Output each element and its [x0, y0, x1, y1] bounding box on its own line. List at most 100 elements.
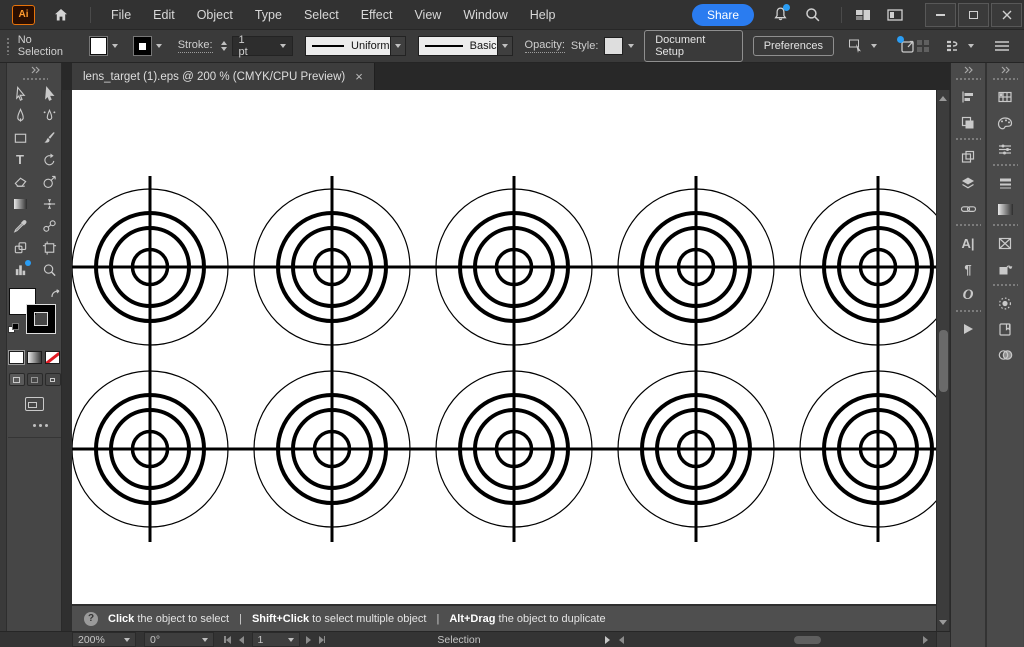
graphic-styles-panel-icon[interactable] — [992, 318, 1018, 340]
transform-panel-icon[interactable] — [955, 146, 981, 168]
rotate-tool[interactable] — [37, 150, 61, 169]
opacity-panel-link[interactable]: Opacity: — [525, 39, 565, 53]
menu-view[interactable]: View — [403, 8, 452, 22]
previous-artboard-icon[interactable] — [239, 636, 244, 644]
drag-grip[interactable] — [992, 77, 1018, 81]
stroke-weight-field[interactable]: 1 pt — [232, 36, 293, 56]
share-button[interactable]: Share — [692, 4, 754, 26]
paintbrush-tool[interactable] — [37, 128, 61, 147]
drag-grip[interactable] — [992, 223, 1018, 227]
arrange-documents-icon[interactable] — [883, 3, 907, 27]
brush-definition-select[interactable]: Basic — [418, 36, 498, 56]
app-icon[interactable]: Ai — [12, 5, 35, 25]
layers-panel-icon[interactable] — [955, 172, 981, 194]
rectangle-tool[interactable] — [8, 128, 32, 147]
stroke-panel-icon[interactable] — [992, 172, 1018, 194]
help-icon[interactable]: ? — [84, 612, 98, 626]
menu-file[interactable]: File — [100, 8, 142, 22]
character-panel-icon[interactable]: A| — [955, 232, 981, 254]
panel-menu-icon[interactable] — [994, 40, 1010, 52]
artboard[interactable] — [72, 90, 936, 604]
paragraph-panel-icon[interactable]: ¶ — [955, 258, 981, 280]
symbols-panel-icon[interactable] — [992, 258, 1018, 280]
pathfinder-panel-icon[interactable] — [955, 112, 981, 134]
vertical-scrollbar[interactable] — [936, 90, 949, 631]
horizontal-scrollbar[interactable] — [616, 632, 934, 647]
menu-help[interactable]: Help — [519, 8, 567, 22]
fill-dropdown-caret[interactable] — [112, 44, 118, 48]
style-caret[interactable] — [628, 44, 634, 48]
color-panel-icon[interactable] — [992, 112, 1018, 134]
drag-grip[interactable] — [22, 77, 48, 81]
gradient-button[interactable] — [27, 351, 42, 364]
document-setup-button[interactable]: Document Setup — [644, 30, 742, 62]
rotation-select[interactable]: 0° — [144, 632, 214, 647]
menu-effect[interactable]: Effect — [350, 8, 404, 22]
horizontal-scroll-thumb[interactable] — [794, 636, 821, 644]
links-panel-icon[interactable] — [955, 198, 981, 220]
pen-tool[interactable] — [8, 106, 32, 125]
artboard-tool[interactable] — [37, 238, 61, 257]
scale-tool[interactable] — [37, 172, 61, 191]
next-artboard-icon[interactable] — [306, 636, 311, 644]
drag-grip[interactable] — [992, 163, 1018, 167]
drag-grip[interactable] — [992, 283, 1018, 287]
graph-tool[interactable] — [8, 260, 32, 279]
scroll-up-arrow[interactable] — [939, 96, 947, 101]
select-similar-objects-icon[interactable] — [848, 38, 877, 54]
last-artboard-icon[interactable] — [319, 636, 326, 644]
stroke-dropdown-caret[interactable] — [156, 44, 162, 48]
stroke-panel-link[interactable]: Stroke: — [178, 39, 213, 53]
collapse-panel-icon[interactable] — [8, 63, 61, 76]
drag-grip[interactable] — [955, 309, 981, 313]
close-button[interactable] — [991, 3, 1022, 27]
vertical-scroll-thumb[interactable] — [939, 330, 948, 392]
swatches-panel-icon[interactable] — [992, 86, 1018, 108]
eyedropper-tool[interactable] — [8, 216, 32, 235]
lens-target-artwork[interactable] — [72, 90, 936, 604]
change-screen-mode-button[interactable] — [25, 397, 44, 411]
blend-tool[interactable] — [37, 216, 61, 235]
drag-grip[interactable] — [955, 223, 981, 227]
first-artboard-icon[interactable] — [224, 636, 231, 644]
menu-object[interactable]: Object — [186, 8, 244, 22]
appearance-panel-icon[interactable] — [992, 292, 1018, 314]
selection-tool[interactable] — [8, 84, 32, 103]
gradient-panel-icon[interactable] — [992, 198, 1018, 220]
color-button[interactable] — [9, 351, 24, 364]
edit-toolbar-ellipsis[interactable] — [33, 424, 36, 427]
image-trace-panel-icon[interactable] — [992, 232, 1018, 254]
swap-fill-stroke-icon[interactable] — [50, 287, 62, 305]
color-guide-panel-icon[interactable] — [992, 138, 1018, 160]
gradient-tool[interactable] — [8, 194, 32, 213]
home-icon[interactable] — [49, 3, 73, 27]
draw-behind-button[interactable] — [27, 373, 43, 386]
stroke-weight-stepper[interactable] — [221, 41, 227, 51]
drag-grip[interactable] — [955, 137, 981, 141]
grid-snap-icon[interactable] — [917, 40, 929, 52]
none-button[interactable] — [45, 351, 60, 364]
workspace-switcher-icon[interactable] — [851, 3, 875, 27]
actions-panel-icon[interactable] — [955, 318, 981, 340]
stroke-color-swatch[interactable] — [27, 305, 55, 333]
brush-definition-caret[interactable] — [498, 36, 513, 56]
scroll-left-arrow[interactable] — [619, 636, 624, 644]
type-tool[interactable]: T — [8, 150, 32, 169]
default-fill-stroke-icon[interactable] — [8, 323, 20, 334]
fill-color-well[interactable] — [90, 37, 107, 55]
width-profile-select[interactable]: Uniform — [305, 36, 391, 56]
scroll-right-arrow[interactable] — [923, 636, 928, 644]
collapse-panel-icon[interactable] — [987, 63, 1023, 76]
stroke-color-well[interactable] — [134, 37, 151, 55]
share-for-review-icon[interactable] — [899, 38, 917, 55]
scroll-down-arrow[interactable] — [939, 620, 947, 625]
opentype-panel-icon[interactable]: O — [955, 284, 981, 306]
width-profile-caret[interactable] — [391, 36, 406, 56]
collapse-panel-icon[interactable] — [951, 63, 985, 76]
drag-grip[interactable] — [955, 77, 981, 81]
menu-edit[interactable]: Edit — [142, 8, 186, 22]
drag-grip[interactable] — [6, 37, 10, 55]
eraser-tool[interactable] — [8, 172, 32, 191]
minimize-button[interactable] — [925, 3, 956, 27]
draw-normal-button[interactable] — [9, 373, 25, 386]
